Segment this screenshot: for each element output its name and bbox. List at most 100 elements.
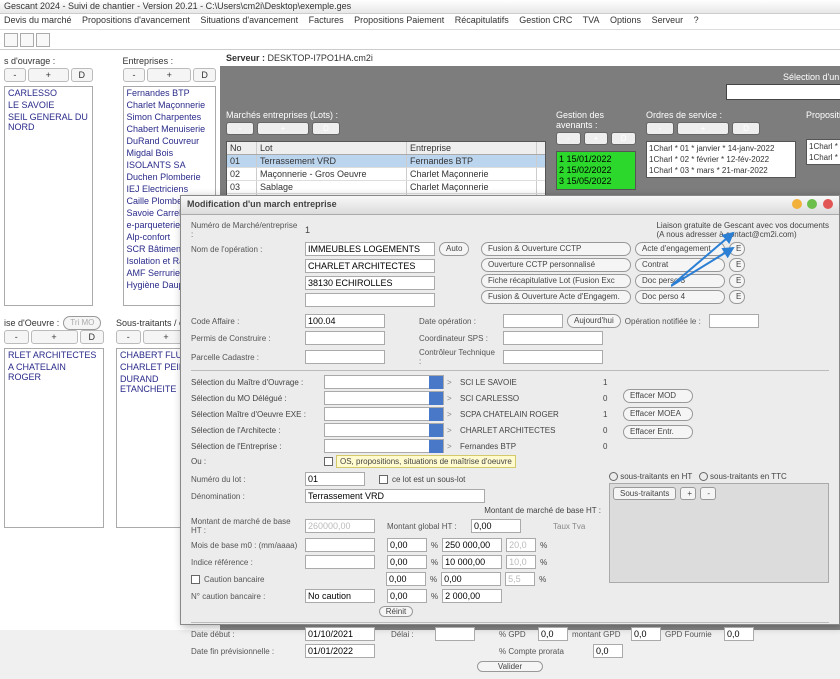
d-button[interactable]: D xyxy=(611,132,636,145)
props-box[interactable]: 1Charl * S01 * L01 * mai * 1 1Charl * S0… xyxy=(806,139,840,165)
menu-item[interactable]: TVA xyxy=(583,15,600,25)
r4b[interactable] xyxy=(442,589,502,603)
e-button[interactable]: E xyxy=(729,290,745,304)
cpt-input[interactable] xyxy=(593,644,623,658)
opnot-input[interactable] xyxy=(709,314,759,328)
sel-moexe-dd[interactable] xyxy=(324,407,444,421)
remove-button[interactable]: - xyxy=(116,330,141,344)
denom-input[interactable] xyxy=(305,489,485,503)
parcelle-input[interactable] xyxy=(305,350,385,364)
gpdf-input[interactable] xyxy=(724,627,754,641)
menu-item[interactable]: Serveur xyxy=(652,15,684,25)
remove-button[interactable]: - xyxy=(556,132,581,145)
remove-button[interactable]: - xyxy=(4,330,29,344)
list-item[interactable]: 2 15/02/2022 xyxy=(559,165,633,176)
list-item[interactable]: ISOLANTS SA xyxy=(124,159,215,171)
list-item[interactable]: 1 15/01/2022 xyxy=(559,154,633,165)
effacer-moea-button[interactable]: Effacer MOEA xyxy=(623,407,693,421)
e-button[interactable]: E xyxy=(729,258,745,272)
moe-list[interactable]: RLET ARCHITECTES A CHATELAIN ROGER xyxy=(4,348,104,528)
code-input[interactable] xyxy=(305,314,385,328)
menu-item[interactable]: Devis du marché xyxy=(4,15,72,25)
sel-mod-dd[interactable] xyxy=(324,391,444,405)
r1c[interactable] xyxy=(506,538,536,552)
ouvrages-list[interactable]: CARLESSO LE SAVOIE SEIL GENERAL DU NORD xyxy=(4,86,93,306)
delai-input[interactable] xyxy=(435,627,475,641)
list-item[interactable]: 1Charl * 02 * février * 12-fév-2022 xyxy=(649,154,793,165)
sel-ent-dd[interactable] xyxy=(324,439,444,453)
remove-button[interactable]: - xyxy=(646,122,674,135)
os-checkbox[interactable] xyxy=(324,457,333,466)
list-item[interactable]: 3 15/05/2022 xyxy=(559,176,633,187)
avenants-box[interactable]: 1 15/01/2022 2 15/02/2022 3 15/05/2022 xyxy=(556,151,636,190)
add-button[interactable]: + xyxy=(257,122,309,135)
menu-item[interactable]: Propositions Paiement xyxy=(354,15,444,25)
e-button[interactable]: E xyxy=(729,274,745,288)
doc-button[interactable]: Doc perso 4 xyxy=(635,290,725,304)
st-ht-radio[interactable] xyxy=(609,472,618,481)
marche-dropdown[interactable]: ▼ xyxy=(726,84,840,100)
sel-mo-dd[interactable] xyxy=(324,375,444,389)
st-ttc-radio[interactable] xyxy=(699,472,708,481)
menu-item[interactable]: Propositions d'avancement xyxy=(82,15,190,25)
r1b[interactable] xyxy=(442,538,502,552)
effacer-entr-button[interactable]: Effacer Entr. xyxy=(623,425,693,439)
e-button[interactable]: E xyxy=(729,242,745,256)
list-item[interactable]: DuRand Couvreur xyxy=(124,135,215,147)
d-button[interactable]: D xyxy=(80,330,105,344)
gpd-input[interactable] xyxy=(538,627,568,641)
dfin-input[interactable] xyxy=(305,644,375,658)
dateop-input[interactable] xyxy=(503,314,563,328)
doc-button[interactable]: Acte d'engagement xyxy=(635,242,725,256)
add-button[interactable]: + xyxy=(584,132,609,145)
tri-mo-button[interactable]: Tri MO xyxy=(63,316,101,330)
doc-button[interactable]: Fiche récapitulative Lot (Fusion Exc xyxy=(481,274,631,288)
ncaution-input[interactable] xyxy=(305,589,375,603)
valider-button[interactable]: Valider xyxy=(477,661,543,672)
caution-checkbox[interactable] xyxy=(191,575,200,584)
add-st-button[interactable]: + xyxy=(680,487,696,500)
r1a[interactable] xyxy=(387,538,427,552)
mgpd-input[interactable] xyxy=(631,627,661,641)
add-button[interactable]: + xyxy=(31,330,78,344)
menu-item[interactable]: Gestion CRC xyxy=(519,15,572,25)
indice-input[interactable] xyxy=(305,555,375,569)
sous-traitants-button[interactable]: Sous-traitants xyxy=(613,487,676,500)
r4a[interactable] xyxy=(387,589,427,603)
menu-item[interactable]: Récapitulatifs xyxy=(455,15,509,25)
list-item[interactable]: 1Charl * S02 * L01 * juillet * xyxy=(809,152,840,163)
list-item[interactable]: 1Charl * 01 * janvier * 14-janv-2022 xyxy=(649,143,793,154)
orders-box[interactable]: 1Charl * 01 * janvier * 14-janv-2022 1Ch… xyxy=(646,141,796,178)
list-item[interactable]: Chabert Menuiserie xyxy=(124,123,215,135)
close-icon[interactable] xyxy=(823,199,833,209)
moisbase-input[interactable] xyxy=(305,538,375,552)
d-button[interactable]: D xyxy=(312,122,340,135)
list-item[interactable]: CARLESSO xyxy=(5,87,92,99)
list-item[interactable]: Migdal Bois xyxy=(124,147,215,159)
add-button[interactable]: + xyxy=(677,122,729,135)
r3c[interactable] xyxy=(505,572,535,586)
list-item[interactable]: 1Charl * S01 * L01 * mai * 1 xyxy=(809,141,840,152)
minimize-icon[interactable] xyxy=(792,199,802,209)
doc-button[interactable]: Contrat xyxy=(635,258,725,272)
r3a[interactable] xyxy=(386,572,426,586)
list-item[interactable]: LE SAVOIE xyxy=(5,99,92,111)
menu-item[interactable]: ? xyxy=(694,15,699,25)
table-row[interactable]: 01Terrassement VRDFernandes BTP xyxy=(227,155,545,168)
remove-button[interactable]: - xyxy=(123,68,146,82)
sel-arch-dd[interactable] xyxy=(324,423,444,437)
menu-item[interactable]: Options xyxy=(610,15,641,25)
d-button[interactable]: D xyxy=(732,122,760,135)
maximize-icon[interactable] xyxy=(807,199,817,209)
numlot-input[interactable] xyxy=(305,472,365,486)
ddeb-input[interactable] xyxy=(305,627,375,641)
list-item[interactable]: Duchen Plomberie xyxy=(124,171,215,183)
list-item[interactable]: IEJ Electriciens xyxy=(124,183,215,195)
table-row[interactable]: 03SablageCharlet Maçonnerie xyxy=(227,181,545,194)
doc-button[interactable]: Ouverture CCTP personnalisé xyxy=(481,258,631,272)
souslot-checkbox[interactable] xyxy=(379,475,388,484)
list-item[interactable]: SEIL GENERAL DU NORD xyxy=(5,111,92,133)
list-item[interactable]: A CHATELAIN ROGER xyxy=(5,361,103,383)
mglob-input[interactable] xyxy=(471,519,521,533)
coord-input[interactable] xyxy=(503,331,603,345)
